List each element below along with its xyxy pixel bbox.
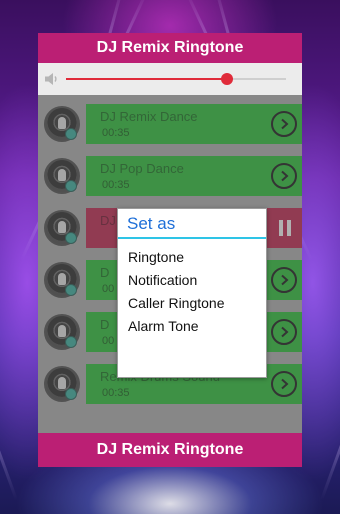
volume-icon[interactable] [44, 72, 60, 86]
app-title: DJ Remix Ringtone [96, 39, 244, 56]
app-title-bar: DJ Remix Ringtone [38, 33, 302, 63]
seek-bar[interactable] [66, 73, 286, 85]
dialog-title: Set as [118, 209, 266, 239]
option-caller-ringtone[interactable]: Caller Ringtone [128, 295, 225, 311]
option-notification[interactable]: Notification [128, 272, 197, 288]
option-alarm-tone[interactable]: Alarm Tone [128, 318, 199, 334]
seek-progress [66, 78, 227, 80]
footer-bar: DJ Remix Ringtone [38, 433, 302, 467]
player-bar [38, 63, 302, 95]
seek-thumb[interactable] [220, 73, 233, 85]
footer-title: DJ Remix Ringtone [96, 441, 244, 458]
option-ringtone[interactable]: Ringtone [128, 249, 184, 265]
set-as-dialog: Set as Ringtone Notification Caller Ring… [117, 208, 267, 378]
